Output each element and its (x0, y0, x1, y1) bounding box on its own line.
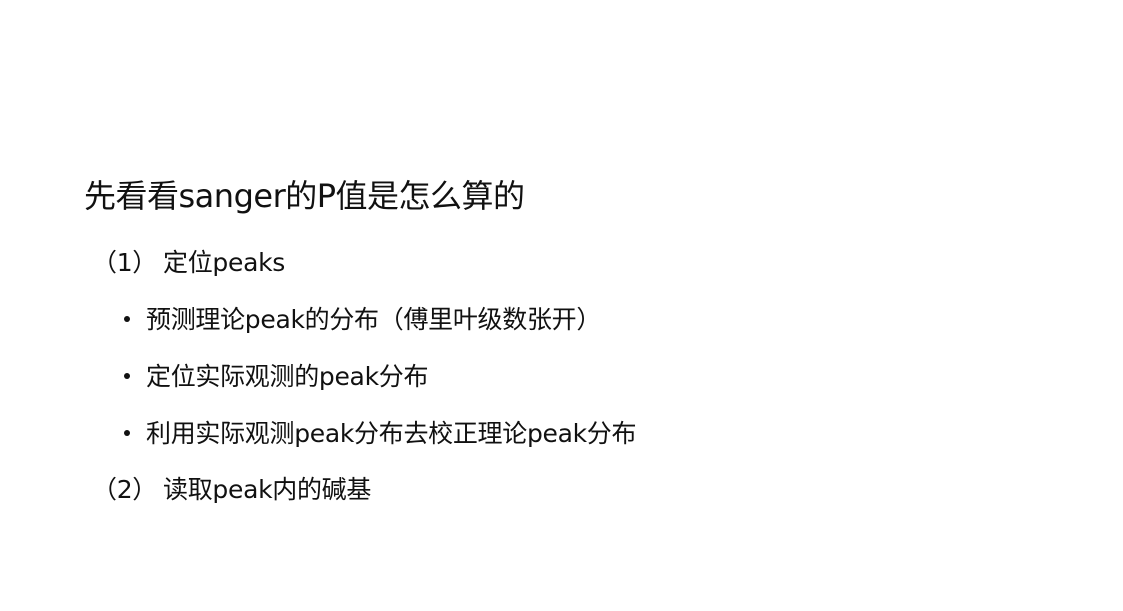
bullet-icon (124, 430, 130, 436)
section-2-text: 读取peak内的碱基 (163, 475, 372, 504)
bullet-text: 定位实际观测的peak分布 (146, 362, 429, 391)
bullet-text: 利用实际观测peak分布去校正理论peak分布 (146, 419, 637, 448)
bullet-icon (124, 373, 130, 379)
bullet-icon (124, 316, 130, 322)
section-1-number: （1） (92, 248, 158, 277)
section-2-number: （2） (92, 475, 158, 504)
slide: 先看看sanger的P值是怎么算的 （1） 定位peaks 预测理论peak的分布… (0, 0, 1123, 611)
bullet-item: 定位实际观测的peak分布 (124, 361, 428, 393)
section-1-text: 定位peaks (163, 248, 285, 277)
bullet-item: 预测理论peak的分布（傅里叶级数张开） (124, 304, 601, 336)
bullet-item: 利用实际观测peak分布去校正理论peak分布 (124, 418, 637, 450)
bullet-text: 预测理论peak的分布（傅里叶级数张开） (146, 305, 602, 334)
section-2: （2） 读取peak内的碱基 (92, 474, 371, 506)
slide-title: 先看看sanger的P值是怎么算的 (84, 177, 525, 215)
section-1: （1） 定位peaks (92, 247, 285, 279)
